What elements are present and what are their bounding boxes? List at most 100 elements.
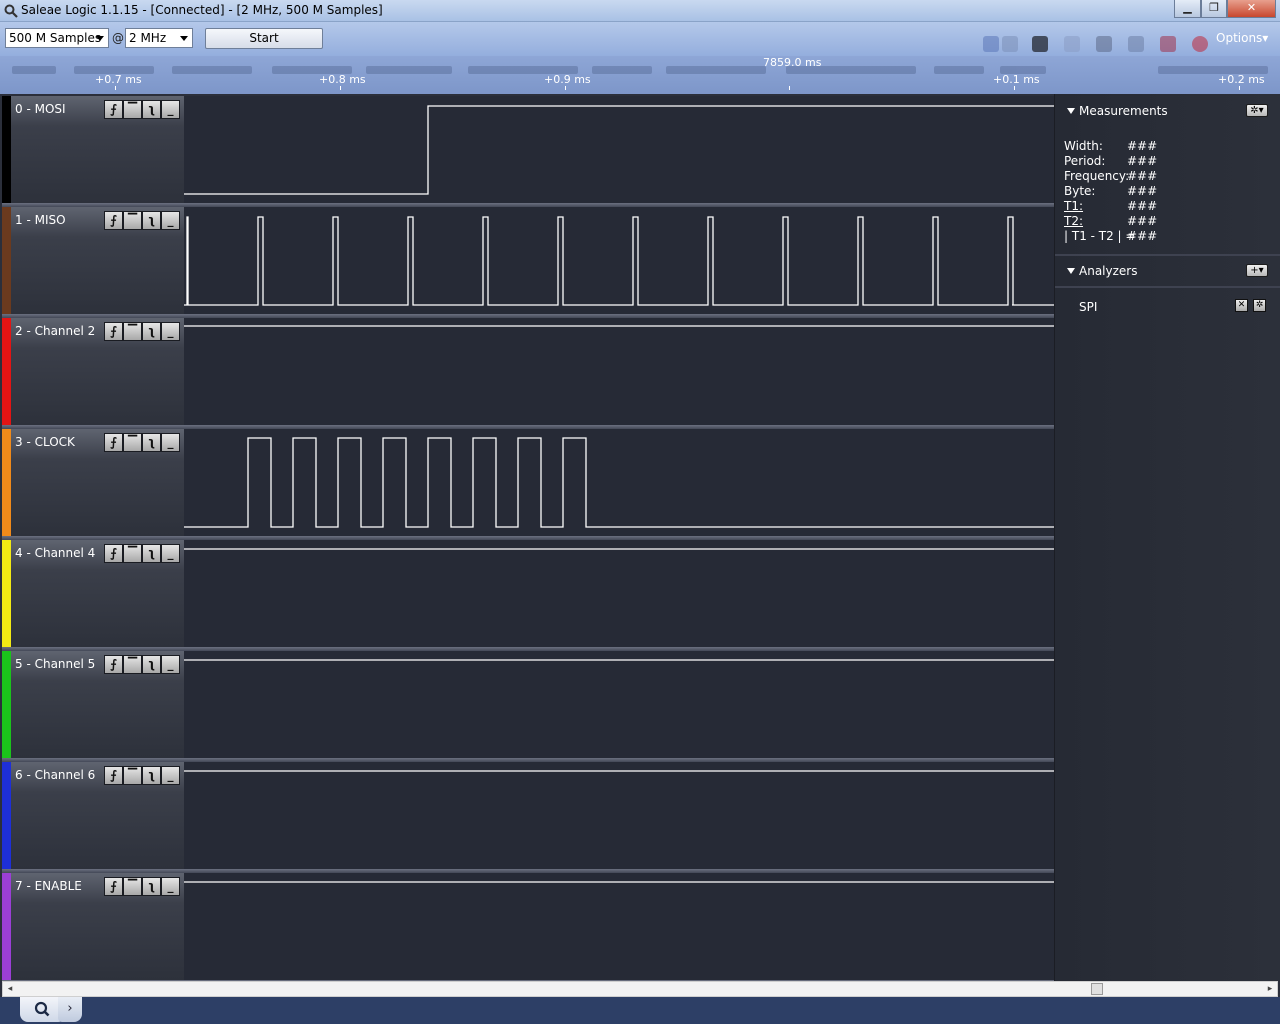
trigger-buttons: ⨍ ▔ ʅ _ (104, 100, 182, 120)
measurement-row-t2[interactable]: T2: ### (1064, 214, 1157, 228)
channel-name[interactable]: 2 - Channel 2 (15, 324, 95, 338)
waveform-area[interactable] (184, 318, 1054, 425)
scroll-right-icon[interactable]: ▸ (1263, 982, 1277, 996)
channel-row: 1 - MISO ⨍ ▔ ʅ _ (2, 207, 1054, 318)
sample-rate-value: 2 MHz (129, 31, 167, 45)
falling-edge-trigger-icon[interactable]: ʅ (142, 655, 161, 674)
low-level-trigger-icon[interactable]: _ (161, 877, 180, 896)
falling-edge-trigger-icon[interactable]: ʅ (142, 211, 161, 230)
waveform-area[interactable] (184, 651, 1054, 758)
rising-edge-trigger-icon[interactable]: ⨍ (104, 877, 123, 896)
ruler-tick-label: +0.9 ms (544, 73, 591, 86)
waveform-svg (184, 881, 1054, 883)
start-button[interactable]: Start (205, 28, 323, 49)
channel-label-panel[interactable]: 3 - CLOCK ⨍ ▔ ʅ _ (11, 429, 185, 536)
falling-edge-trigger-icon[interactable]: ʅ (142, 544, 161, 563)
toolbar-ghost-icon (1096, 36, 1112, 52)
restore-button[interactable]: ❐ (1201, 0, 1227, 18)
waveform-area[interactable] (184, 96, 1054, 203)
channel-label-panel[interactable]: 5 - Channel 5 ⨍ ▔ ʅ _ (11, 651, 185, 758)
channel-name[interactable]: 1 - MISO (15, 213, 66, 227)
measurement-row: Period: ### (1064, 154, 1158, 168)
falling-edge-trigger-icon[interactable]: ʅ (142, 766, 161, 785)
scroll-left-icon[interactable]: ◂ (3, 982, 17, 996)
high-level-trigger-icon[interactable]: ▔ (123, 655, 142, 674)
waveform-svg (184, 216, 1054, 306)
rising-edge-trigger-icon[interactable]: ⨍ (104, 433, 123, 452)
remove-analyzer-icon[interactable]: ✕ (1235, 299, 1248, 312)
channel-label-panel[interactable]: 0 - MOSI ⨍ ▔ ʅ _ (11, 96, 185, 203)
channel-name[interactable]: 0 - MOSI (15, 102, 66, 116)
rising-edge-trigger-icon[interactable]: ⨍ (104, 211, 123, 230)
rising-edge-trigger-icon[interactable]: ⨍ (104, 100, 123, 119)
measurement-row: | T1 - T2 | = ### (1064, 229, 1158, 243)
high-level-trigger-icon[interactable]: ▔ (123, 433, 142, 452)
high-level-trigger-icon[interactable]: ▔ (123, 211, 142, 230)
channel-label-panel[interactable]: 1 - MISO ⨍ ▔ ʅ _ (11, 207, 185, 314)
horizontal-scrollbar[interactable]: ◂ ▸ (2, 981, 1278, 997)
channel-name[interactable]: 7 - ENABLE (15, 879, 82, 893)
rising-edge-trigger-icon[interactable]: ⨍ (104, 766, 123, 785)
analyzer-item-spi[interactable]: SPI (1079, 300, 1097, 314)
window-title: Saleae Logic 1.1.15 - [Connected] - [2 M… (21, 3, 383, 17)
waveform-area[interactable] (184, 762, 1054, 869)
low-level-trigger-icon[interactable]: _ (161, 322, 180, 341)
high-level-trigger-icon[interactable]: ▔ (123, 544, 142, 563)
channel-name[interactable]: 6 - Channel 6 (15, 768, 95, 782)
expand-arrow-tab[interactable]: › (58, 997, 82, 1022)
high-level-trigger-icon[interactable]: ▔ (123, 100, 142, 119)
channel-row: 2 - Channel 2 ⨍ ▔ ʅ _ (2, 318, 1054, 429)
bottom-bar: › (0, 997, 1280, 1024)
channel-label-panel[interactable]: 7 - ENABLE ⨍ ▔ ʅ _ (11, 873, 185, 980)
add-analyzer-button[interactable]: +▾ (1246, 264, 1268, 277)
high-level-trigger-icon[interactable]: ▔ (123, 322, 142, 341)
low-level-trigger-icon[interactable]: _ (161, 766, 180, 785)
high-level-trigger-icon[interactable]: ▔ (123, 877, 142, 896)
ruler-tick-mark (789, 86, 790, 90)
collapse-triangle-icon[interactable] (1067, 108, 1075, 114)
low-level-trigger-icon[interactable]: _ (161, 211, 180, 230)
channel-color-stripe (2, 429, 11, 536)
collapse-triangle-icon[interactable] (1067, 268, 1075, 274)
rising-edge-trigger-icon[interactable]: ⨍ (104, 322, 123, 341)
low-level-trigger-icon[interactable]: _ (161, 544, 180, 563)
falling-edge-trigger-icon[interactable]: ʅ (142, 877, 161, 896)
measurement-row-t1[interactable]: T1: ### (1064, 199, 1157, 213)
waveform-area[interactable] (184, 429, 1054, 536)
falling-edge-trigger-icon[interactable]: ʅ (142, 322, 161, 341)
measurements-settings-button[interactable]: ✲▾ (1246, 104, 1268, 117)
trigger-buttons: ⨍ ▔ ʅ _ (104, 211, 182, 231)
waveform-svg (184, 770, 1054, 772)
waveform-svg (184, 437, 1054, 528)
sample-rate-select[interactable]: 2 MHz (125, 28, 193, 48)
channel-label-panel[interactable]: 6 - Channel 6 ⨍ ▔ ʅ _ (11, 762, 185, 869)
scrollbar-thumb[interactable] (1091, 983, 1103, 995)
analyzers-title[interactable]: Analyzers (1079, 264, 1137, 278)
low-level-trigger-icon[interactable]: _ (161, 100, 180, 119)
channel-label-panel[interactable]: 4 - Channel 4 ⨍ ▔ ʅ _ (11, 540, 185, 647)
falling-edge-trigger-icon[interactable]: ʅ (142, 433, 161, 452)
waveform-area[interactable] (184, 207, 1054, 314)
channel-name[interactable]: 5 - Channel 5 (15, 657, 95, 671)
measurements-title[interactable]: Measurements (1079, 104, 1168, 118)
rising-edge-trigger-icon[interactable]: ⨍ (104, 655, 123, 674)
sample-count-select[interactable]: 500 M Samples (5, 28, 109, 48)
channel-label-panel[interactable]: 2 - Channel 2 ⨍ ▔ ʅ _ (11, 318, 185, 425)
high-level-trigger-icon[interactable]: ▔ (123, 766, 142, 785)
falling-edge-trigger-icon[interactable]: ʅ (142, 100, 161, 119)
ruler-tick-mark (1014, 86, 1015, 90)
analyzer-settings-gear-icon[interactable]: ✲ (1253, 299, 1266, 312)
low-level-trigger-icon[interactable]: _ (161, 655, 180, 674)
waveform-area[interactable] (184, 873, 1054, 980)
low-level-trigger-icon[interactable]: _ (161, 433, 180, 452)
rising-edge-trigger-icon[interactable]: ⨍ (104, 544, 123, 563)
ruler-tick-mark (565, 86, 566, 90)
options-menu[interactable]: Options▾ (1216, 31, 1268, 45)
minimize-button[interactable]: ▁ (1174, 0, 1201, 18)
trigger-buttons: ⨍ ▔ ʅ _ (104, 877, 182, 897)
channel-name[interactable]: 3 - CLOCK (15, 435, 75, 449)
ruler-tick-label: +0.8 ms (319, 73, 366, 86)
waveform-area[interactable] (184, 540, 1054, 647)
channel-name[interactable]: 4 - Channel 4 (15, 546, 95, 560)
close-button[interactable]: ✕ (1227, 0, 1276, 18)
